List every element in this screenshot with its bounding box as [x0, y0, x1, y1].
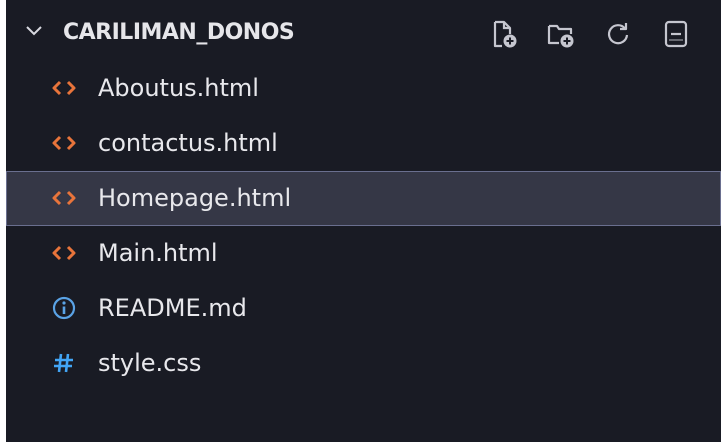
- folder-title[interactable]: CARILIMAN_DONOS: [63, 8, 295, 58]
- new-folder-icon[interactable]: [546, 19, 576, 49]
- file-name[interactable]: Homepage.html: [98, 172, 291, 227]
- file-name[interactable]: README.md: [98, 281, 247, 336]
- file-name[interactable]: style.css: [98, 336, 201, 391]
- explorer-panel: CARILIMAN_DONOS Aboutus.html contactus.h…: [6, 0, 721, 442]
- html-icon: [51, 185, 77, 211]
- file-row-homepage[interactable]: Homepage.html: [6, 171, 721, 226]
- html-icon: [51, 130, 77, 156]
- chevron-down-icon[interactable]: [24, 21, 44, 41]
- file-row-contactus[interactable]: contactus.html: [6, 116, 721, 171]
- file-row-main[interactable]: Main.html: [6, 226, 721, 281]
- html-icon: [51, 75, 77, 101]
- collapse-all-icon[interactable]: [661, 19, 691, 49]
- file-name[interactable]: Aboutus.html: [98, 61, 259, 116]
- new-file-icon[interactable]: [489, 19, 519, 49]
- html-icon: [51, 240, 77, 266]
- refresh-icon[interactable]: [603, 19, 633, 49]
- file-name[interactable]: Main.html: [98, 226, 218, 281]
- file-name[interactable]: contactus.html: [98, 116, 278, 171]
- file-row-style[interactable]: style.css: [6, 336, 721, 391]
- file-row-aboutus[interactable]: Aboutus.html: [6, 61, 721, 116]
- hash-icon: [51, 350, 77, 376]
- info-icon: [51, 295, 77, 321]
- file-tree: Aboutus.html contactus.html Homepage.htm…: [6, 61, 721, 391]
- file-row-readme[interactable]: README.md: [6, 281, 721, 336]
- folder-header[interactable]: CARILIMAN_DONOS: [6, 8, 721, 58]
